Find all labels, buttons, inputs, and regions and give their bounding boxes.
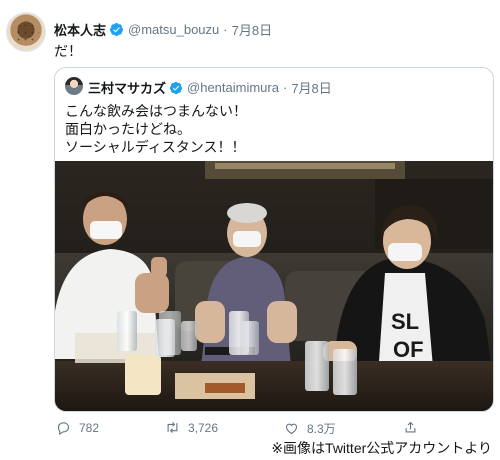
quoted-text-line: こんな飲み会はつまんない！ xyxy=(65,103,247,119)
quoted-text-line: 面白かったけどね。 xyxy=(65,121,191,137)
retweet-button[interactable]: 3,726 xyxy=(165,420,218,435)
quoted-tweet-date[interactable]: 7月8日 xyxy=(291,78,331,97)
quoted-tweet-header: 三村マサカズ @hentaimimura · 7月8日 xyxy=(88,78,332,97)
tweet-text: だ！ xyxy=(54,43,82,59)
author-name[interactable]: 松本人志 xyxy=(54,20,106,39)
like-icon xyxy=(285,423,298,435)
share-button[interactable] xyxy=(403,420,426,435)
like-count: 8.3万 xyxy=(307,422,336,436)
reply-button[interactable]: 782 xyxy=(56,420,99,435)
separator-dot: · xyxy=(282,80,288,95)
reply-count: 782 xyxy=(79,420,100,435)
retweet-icon xyxy=(167,422,178,433)
share-icon xyxy=(405,421,416,433)
quoted-author-name[interactable]: 三村マサカズ xyxy=(88,78,166,97)
like-button[interactable]: 8.3万 xyxy=(284,420,336,437)
tweet-card: 松本人志 @matsu_bouzu · 7月8日 だ！ 三村マサカズ @hent… xyxy=(0,0,500,460)
reply-icon xyxy=(57,422,70,435)
tweet-photo[interactable]: SL OF xyxy=(55,161,494,412)
separator-dot: · xyxy=(223,22,228,37)
quoted-tweet-text: こんな飲み会はつまんない！ 面白かったけどね。 ソーシャルディスタンス！！ xyxy=(65,102,247,156)
quoted-tweet[interactable]: 三村マサカズ @hentaimimura · 7月8日 こんな飲み会はつまんない… xyxy=(54,67,494,412)
verified-badge-icon xyxy=(109,22,124,37)
verified-badge-icon xyxy=(169,81,183,94)
quoted-author-avatar[interactable] xyxy=(65,77,83,95)
author-avatar[interactable] xyxy=(6,12,46,52)
tweet-header: 松本人志 @matsu_bouzu · 7月8日 xyxy=(54,20,272,39)
tweet-actions: 782 3,726 8.3万 xyxy=(54,420,494,438)
quoted-author-handle[interactable]: @hentaimimura xyxy=(187,80,279,95)
author-handle[interactable]: @matsu_bouzu xyxy=(128,22,219,37)
svg-text:SL: SL xyxy=(391,309,419,334)
image-source-caption: ※画像はTwitter公式アカウントより xyxy=(269,438,494,458)
quoted-text-line: ソーシャルディスタンス！！ xyxy=(65,139,246,155)
svg-text:OF: OF xyxy=(393,337,424,362)
retweet-count: 3,726 xyxy=(188,420,219,435)
tweet-date[interactable]: 7月8日 xyxy=(232,20,272,39)
